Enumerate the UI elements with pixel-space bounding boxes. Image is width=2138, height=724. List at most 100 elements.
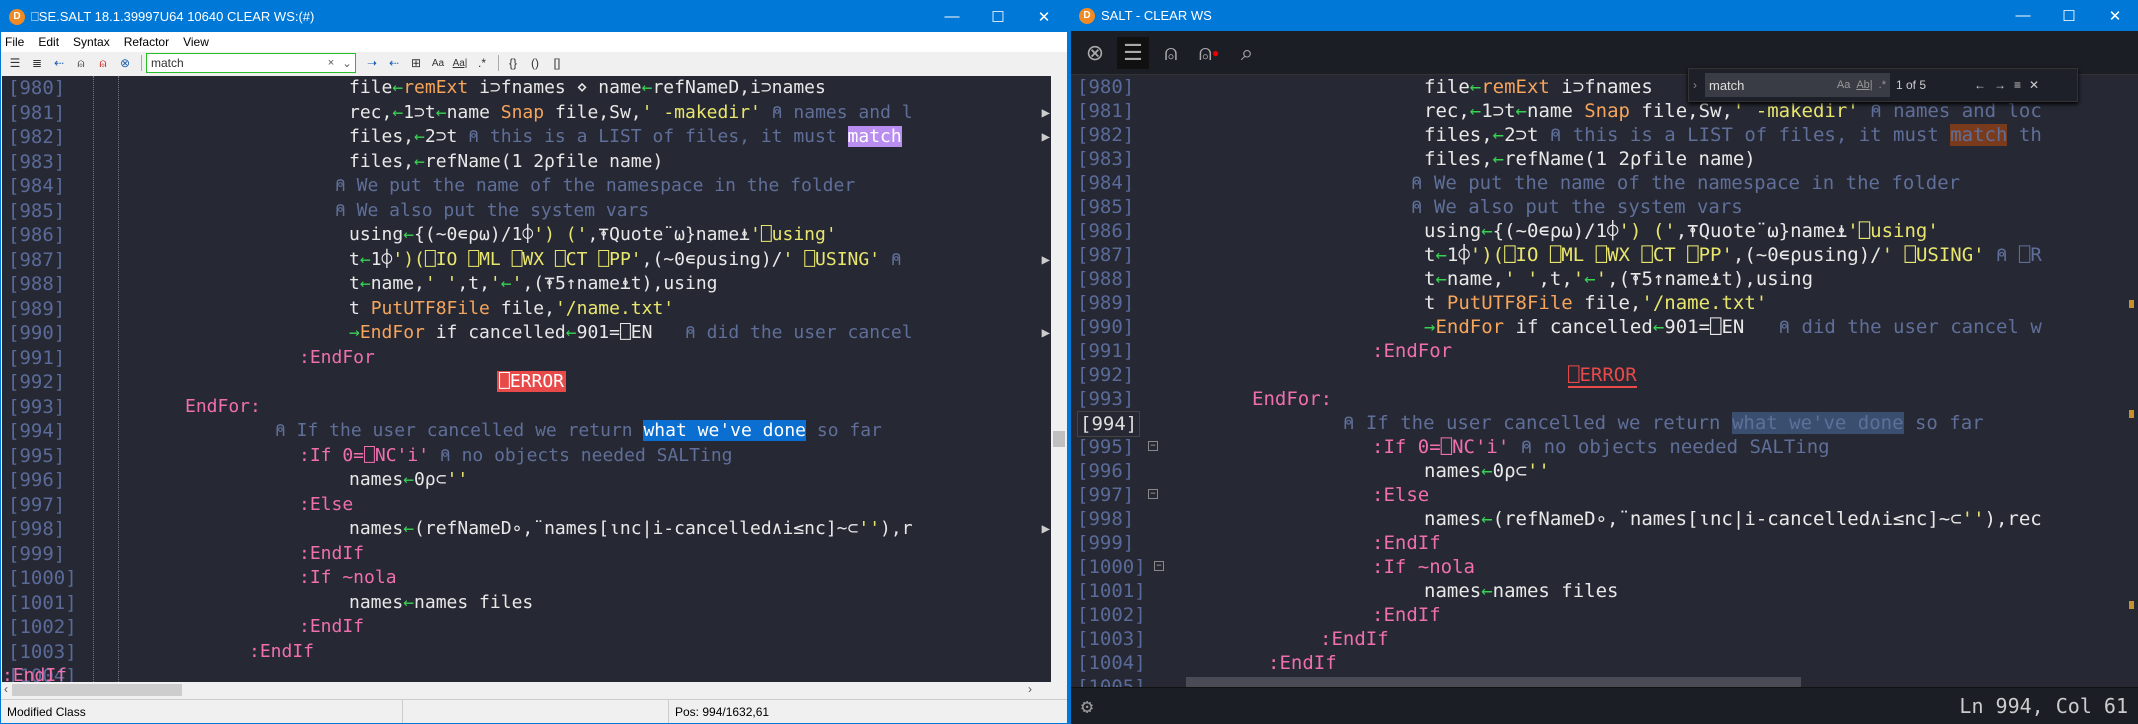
maximize-button[interactable]: ☐ bbox=[975, 1, 1021, 32]
insert-braces-icon[interactable]: {} bbox=[503, 53, 523, 73]
code-line[interactable]: [983] files,←refName(1 2⍴file name) bbox=[2, 150, 1052, 175]
line-numbers-icon[interactable]: ☰ bbox=[5, 53, 25, 73]
minimize-button[interactable]: — bbox=[929, 1, 975, 32]
insert-brackets-icon[interactable]: [] bbox=[547, 53, 567, 73]
fold-toggle-icon[interactable]: − bbox=[1148, 441, 1158, 451]
code-line[interactable]: [988] t←name,' ',t,'←',(⍕5↑name⍎t),using bbox=[1071, 267, 2138, 291]
insert-parens-icon[interactable]: () bbox=[525, 53, 545, 73]
close-button[interactable]: ✕ bbox=[1021, 1, 1067, 32]
horizontal-scrollbar[interactable]: ‹ › bbox=[2, 682, 1052, 698]
code-line[interactable]: [997]:Else bbox=[2, 493, 1052, 518]
code-text[interactable]: ⎕ERROR bbox=[1568, 363, 1637, 388]
search-icon[interactable]: ⌕ bbox=[1231, 37, 1263, 69]
outline-icon[interactable]: ≣ bbox=[27, 53, 47, 73]
scroll-thumb[interactable] bbox=[1053, 431, 1065, 447]
find-next-icon[interactable]: ➝ bbox=[362, 53, 382, 73]
code-line[interactable]: [991]:EndFor bbox=[2, 346, 1052, 371]
code-line[interactable]: [994] ⍝ If the user cancelled we return w… bbox=[2, 419, 1052, 444]
code-line[interactable]: [992] ⎕ERROR bbox=[2, 370, 1052, 395]
code-line[interactable]: [1002]:EndIf bbox=[2, 615, 1052, 640]
code-line[interactable]: [986] using←{(~0∊⍴⍵)/1⌽') (',⍕Quote¨⍵}nam… bbox=[1071, 219, 2138, 243]
code-line[interactable]: [990] →EndFor if cancelled←901=⎕EN ⍝ did … bbox=[2, 321, 1052, 346]
code-line[interactable]: [1004]:EndIf bbox=[1071, 651, 2138, 675]
fold-toggle-icon[interactable]: − bbox=[1154, 561, 1164, 571]
code-text[interactable]: ⎕ERROR bbox=[497, 370, 567, 395]
chevron-down-icon[interactable]: ⌄ bbox=[339, 57, 355, 70]
code-line[interactable]: [1003]:EndIf bbox=[2, 640, 1052, 665]
code-line[interactable]: [999]:EndIf bbox=[1071, 531, 2138, 555]
scroll-right-icon[interactable]: › bbox=[1028, 682, 1032, 696]
code-text[interactable]: :If 0=⎕NC'i' ⍝ no objects needed SALTing bbox=[1372, 435, 1830, 459]
code-line[interactable]: [1003]:EndIf bbox=[1071, 627, 2138, 651]
code-text[interactable]: :EndFor bbox=[1372, 339, 1452, 363]
code-line[interactable]: [1000]:If ~nola bbox=[2, 566, 1052, 591]
code-line[interactable]: [988] t←name,' ',t,'←',(⍕5↑name⍎t),using bbox=[2, 272, 1052, 297]
code-text[interactable]: files,←2⊃t ⍝ this is a LIST of files, it… bbox=[1424, 123, 2042, 147]
regex-icon[interactable]: .* bbox=[1879, 79, 1886, 91]
expand-replace-icon[interactable]: › bbox=[1693, 78, 1697, 92]
code-line[interactable]: [996] names←0⍴⊂'' bbox=[1071, 459, 2138, 483]
selected-text[interactable]: what we've done bbox=[1731, 412, 1904, 434]
code-text[interactable]: files,←2⊃t ⍝ this is a LIST of files, it… bbox=[349, 125, 902, 150]
find-in-selection-icon[interactable]: ≡ bbox=[2014, 78, 2021, 92]
code-text[interactable]: :EndIf bbox=[1372, 531, 1441, 555]
code-line[interactable]: [985] ⍝ We also put the system vars bbox=[2, 199, 1052, 224]
code-line[interactable]: [999]:EndIf bbox=[2, 542, 1052, 567]
code-text[interactable]: →EndFor if cancelled←901=⎕EN ⍝ did the u… bbox=[349, 321, 913, 346]
code-text[interactable]: names←names files bbox=[349, 591, 533, 616]
code-text[interactable]: using←{(~0∊⍴⍵)/1⌽') (',⍕Quote¨⍵}name⍎'⎕u… bbox=[349, 223, 837, 248]
code-text[interactable]: :If ~nola bbox=[299, 566, 397, 591]
menu-syntax[interactable]: Syntax bbox=[73, 35, 110, 49]
code-line[interactable]: [982] files,←2⊃t ⍝ this is a LIST of file… bbox=[2, 125, 1052, 150]
menu-edit[interactable]: Edit bbox=[38, 35, 59, 49]
code-line[interactable]: [984] ⍝ We put the name of the namespace … bbox=[2, 174, 1052, 199]
comment-icon[interactable]: ⍝ bbox=[1155, 37, 1187, 69]
code-line[interactable]: [982] files,←2⊃t ⍝ this is a LIST of file… bbox=[1071, 123, 2138, 147]
regex-icon[interactable]: .* bbox=[472, 53, 492, 73]
match-case-icon[interactable]: Aa bbox=[428, 53, 448, 73]
menu-refactor[interactable]: Refactor bbox=[124, 35, 169, 49]
fold-toggle-icon[interactable]: − bbox=[1148, 489, 1158, 499]
code-text[interactable]: EndFor: bbox=[1252, 387, 1332, 411]
code-text[interactable]: names←(refNameD∘,¨names[⍳nc|i-cancelled∧… bbox=[1424, 507, 2042, 531]
uncomment-icon[interactable]: ⍝ bbox=[93, 53, 113, 73]
code-line[interactable]: [991]:EndFor bbox=[1071, 339, 2138, 363]
next-match-icon[interactable]: → bbox=[1994, 78, 2006, 92]
toggle-box-icon[interactable]: ⊞ bbox=[406, 53, 426, 73]
code-text[interactable]: rec,←1⊃t←name Snap file,Sw,' -makedir' ⍝… bbox=[1424, 99, 2042, 123]
code-text[interactable]: t←1⌽')(⎕IO ⎕ML ⎕WX ⎕CT ⎕PP',(~0∊⍴using)/… bbox=[349, 248, 902, 273]
comment-icon[interactable]: ⍝ bbox=[71, 53, 91, 73]
line-numbers-icon[interactable]: ☰ bbox=[1117, 36, 1149, 69]
close-x-icon[interactable]: ⊗ bbox=[115, 53, 135, 73]
code-text[interactable]: t←1⌽')(⎕IO ⎕ML ⎕WX ⎕CT ⎕PP',(~0∊⍴using)/… bbox=[1424, 243, 2042, 267]
code-text[interactable]: using←{(~0∊⍴⍵)/1⌽') (',⍕Quote¨⍵}name⍎'⎕u… bbox=[1424, 219, 1939, 243]
gear-icon[interactable]: ⚙ bbox=[1081, 694, 1093, 718]
code-text[interactable]: EndFor: bbox=[185, 395, 261, 420]
minimize-button[interactable]: — bbox=[2000, 0, 2046, 31]
code-text[interactable]: file←remExt i⊃fnames ⋄ name←refNameD,i⊃n… bbox=[349, 76, 826, 101]
code-text[interactable]: :EndIf bbox=[1372, 603, 1441, 627]
code-line[interactable]: [989] t PutUTF8File file,'/name.txt' bbox=[2, 297, 1052, 322]
code-text[interactable]: names←0⍴⊂'' bbox=[1424, 459, 1550, 483]
code-text[interactable]: ⍝ If the user cancelled we return what w… bbox=[275, 419, 882, 444]
whole-word-icon[interactable]: Ab| bbox=[1856, 79, 1872, 91]
code-line[interactable]: [992] ⎕ERROR bbox=[1071, 363, 2138, 388]
code-line[interactable]: [996] names←0⍴⊂'' bbox=[2, 468, 1052, 493]
code-text[interactable]: ⍝ We also put the system vars bbox=[1411, 195, 1743, 219]
code-line[interactable]: [984] ⍝ We put the name of the namespace … bbox=[1071, 171, 2138, 195]
code-text[interactable]: :EndIf bbox=[249, 640, 314, 665]
menu-file[interactable]: File bbox=[5, 35, 24, 49]
maximize-button[interactable]: ☐ bbox=[2046, 0, 2092, 31]
code-text[interactable]: t←name,' ',t,'←',(⍕5↑name⍎t),using bbox=[349, 272, 718, 297]
code-text[interactable]: ⍝ We put the name of the namespace in th… bbox=[335, 174, 855, 199]
code-text[interactable]: file←remExt i⊃fnames bbox=[1424, 75, 1653, 99]
code-editor[interactable]: [980] file←remExt i⊃fnames ⋄ name←refName… bbox=[2, 76, 1052, 682]
code-line[interactable]: [986] using←{(~0∊⍴⍵)/1⌽') (',⍕Quote¨⍵}nam… bbox=[2, 223, 1052, 248]
vertical-scrollbar[interactable] bbox=[1051, 76, 1067, 682]
code-line[interactable]: [1000]:If ~nola − bbox=[1071, 555, 2138, 579]
whole-word-icon[interactable]: Aa| bbox=[450, 53, 470, 73]
code-text[interactable]: files,←refName(1 2⍴file name) bbox=[1424, 147, 1756, 171]
code-line[interactable]: [995]:If 0=⎕NC'i' ⍝ no objects needed SA… bbox=[1071, 435, 2138, 459]
code-line[interactable]: [1001] names←names files bbox=[1071, 579, 2138, 603]
code-line[interactable]: [998] names←(refNameD∘,¨names[⍳nc|i-cance… bbox=[1071, 507, 2138, 531]
